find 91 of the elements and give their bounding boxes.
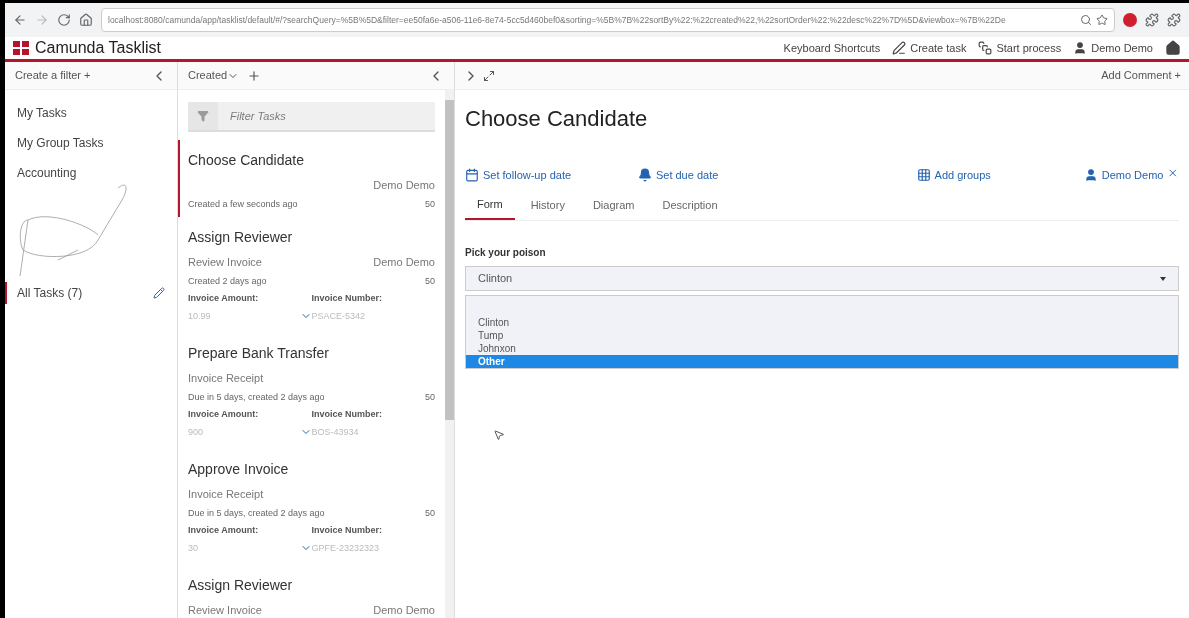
extension-icon[interactable] [1123,13,1137,27]
star-icon[interactable] [1096,14,1108,26]
add-icon[interactable] [247,68,262,83]
task-priority: 50 [425,274,435,288]
variable-label: Invoice Amount: [188,524,259,537]
grid-icon [916,168,931,183]
variable-value: GPFE-23232323 [311,541,380,555]
filter-item[interactable]: All Tasks (7) [5,282,153,304]
header-link[interactable] [1165,40,1181,56]
variable-label: Invoice Number: [311,524,382,537]
tab[interactable]: History [518,195,577,220]
close-icon[interactable] [1167,167,1179,179]
logo-icon [13,41,29,55]
cursor-icon [493,429,505,441]
process-name: Invoice Receipt [188,371,264,386]
filter-icon [197,110,209,122]
variable-value: 900 [188,425,204,439]
task-action-link[interactable]: Add groups [916,167,1084,184]
variable-value: 30 [188,541,198,555]
filter-tasks-field[interactable]: Filter Tasks [218,102,435,132]
task-name: Prepare Bank Transfer [188,344,330,363]
dropdown-option[interactable]: Other [466,355,1178,368]
process-name: Invoice Receipt [188,487,264,502]
variable-value: PSACE-5342 [311,309,366,323]
dropdown-option[interactable]: Johnxon [466,342,1178,355]
task-priority: 50 [425,506,435,520]
task-priority: 50 [425,390,435,404]
tab[interactable]: Description [650,195,730,220]
variable-label: Invoice Number: [311,408,382,421]
task-time: Due in 5 days, created 2 days ago [188,506,325,520]
dropdown-option[interactable]: Clinton [466,316,1178,329]
variable-label: Invoice Amount: [188,408,259,421]
task-priority: 50 [425,197,435,211]
reload-icon[interactable] [57,13,71,27]
task-name: Assign Reviewer [188,228,294,247]
bell-icon [637,168,652,183]
caret-icon [1160,276,1166,281]
task-title: Choose Candidate [465,105,649,133]
assignee: Demo Demo [373,255,435,270]
puzzle-icon[interactable] [1167,13,1181,27]
home-icon[interactable] [79,13,93,27]
task-name: Assign Reviewer [188,576,294,595]
add-comment-link[interactable]: Add Comment + [1101,67,1181,84]
pen-icon [892,41,907,55]
task-time: Created 2 days ago [188,274,267,288]
address-bar[interactable]: localhost:8080/camunda/app/tasklist/default/#/?searchQuery=%5B%5D&filter=ee50fa6e-a506-11e6-8e74-5cc5d460bef0&sorting=%5B%7B%22sortBy%22:%22created%22,%22sortOrder%22:%22desc%22%7D%5D&viewbox=%7B%22De [101,8,1115,32]
search-icon[interactable] [1080,14,1092,26]
edit-icon[interactable] [153,287,165,299]
task-time: Due in 5 days, created 2 days ago [188,390,325,404]
process-icon [978,41,993,55]
task-action-link[interactable]: Set follow-up date [465,167,638,184]
task-name: Choose Candidate [188,151,305,170]
back-icon[interactable] [13,13,27,27]
assignee: Demo Demo [373,178,435,193]
app-title: Camunda Tasklist [35,38,161,58]
assignee: Demo Demo [373,603,435,618]
url-text: localhost:8080/camunda/app/tasklist/default/#/?searchQuery=%5B%5D&filter=ee50fa6e-a506-11e6-8e74-5cc5d460bef0&sorting=%5B%7B%22sortBy%22:%22created%22,%22sortOrder%22:%22desc%22%7D%5D&viewbox=%7B%22De [108,13,1007,27]
variable-value: 10.99 [188,309,211,323]
header-link[interactable]: Start process [978,39,1062,57]
maximize-icon[interactable] [483,69,495,82]
tab[interactable]: Diagram [580,195,647,220]
header-link[interactable]: Create task [892,39,967,57]
variable-label: Invoice Number: [311,292,382,305]
tab[interactable]: Form [465,195,515,220]
task-card[interactable]: Assign Reviewer Review Invoice Demo Demo [178,565,445,618]
task-card[interactable]: Prepare Bank Transfer Invoice Receipt Due in 5 days, created 2 days ago 50 Invoice Amount: 900 Invoice Number: BOS-43934 [178,333,445,449]
filter-item[interactable]: My Tasks [5,102,177,124]
header-link[interactable]: Demo Demo [1073,39,1153,57]
calendar-icon [465,168,479,183]
sort-dropdown[interactable]: Created [188,67,240,84]
filter-item[interactable]: Accounting [5,162,177,184]
process-name: Review Invoice [188,255,262,270]
user-icon [1083,168,1098,183]
task-card[interactable]: Assign Reviewer Review Invoice Demo Demo Created 2 days ago 50 Invoice Amount: 10.99 Invoice Number: PSACE-5342 [178,217,445,333]
scrollbar[interactable] [445,90,454,618]
task-action-link[interactable]: Demo Demo [1083,167,1164,184]
user-icon [1073,41,1088,55]
filter-item[interactable]: My Group Tasks [5,132,177,154]
process-name: Review Invoice [188,603,262,618]
variable-label: Invoice Amount: [188,292,259,305]
puzzle-icon[interactable] [1145,13,1159,27]
field-label: Pick your poison [465,246,547,260]
task-card[interactable]: Approve Invoice Invoice Receipt Due in 5 days, created 2 days ago 50 Invoice Amount: 30 Invoice Number: GPFE-23232323 [178,449,445,565]
dropdown-option[interactable]: Tump [466,329,1178,342]
task-action-link[interactable]: Set due date [637,167,917,184]
home-icon [1165,40,1181,56]
variable-value: BOS-43934 [311,425,359,439]
select-field[interactable]: Clinton [465,266,1179,291]
task-time: Created a few seconds ago [188,197,298,211]
header-link[interactable]: Keyboard Shortcuts [783,39,881,57]
task-name: Approve Invoice [188,460,290,479]
